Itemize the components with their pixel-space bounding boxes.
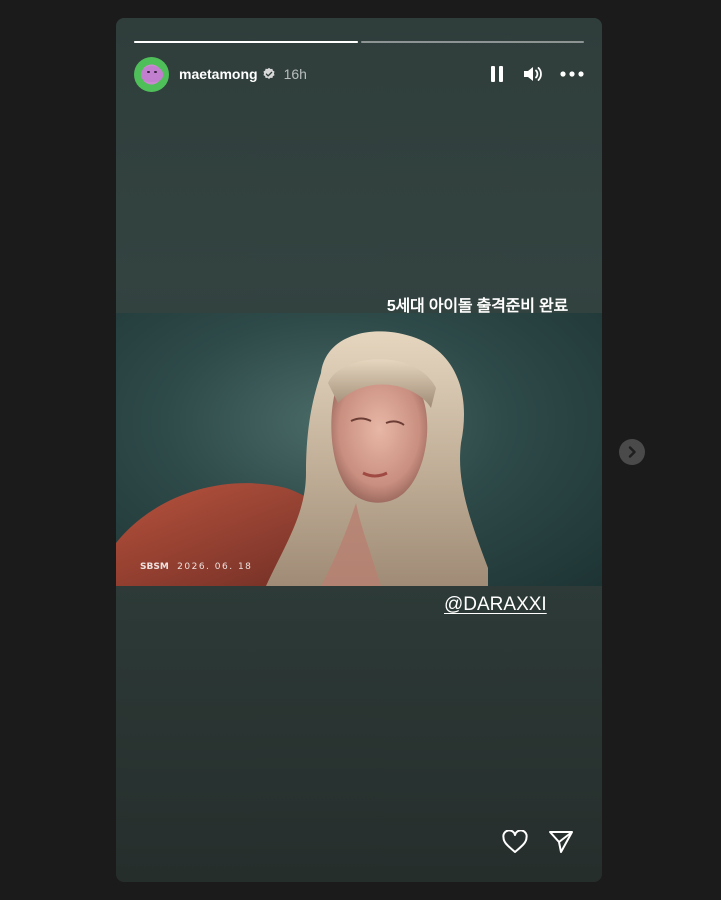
avatar[interactable] [134, 56, 169, 92]
avatar-image [140, 66, 163, 82]
progress-fill [134, 41, 358, 43]
story-header: maetamong 16h [134, 56, 584, 92]
volume-button[interactable] [522, 65, 542, 83]
more-icon [560, 71, 584, 77]
chevron-right-icon [628, 446, 636, 458]
verified-badge-icon [263, 67, 275, 79]
heart-icon [502, 830, 528, 853]
mention-sticker[interactable]: @DARAXXI [444, 594, 547, 616]
story-progress [134, 41, 584, 43]
photo-watermark: SBSM 2026. 06. 18 [140, 562, 252, 572]
story-controls [490, 65, 584, 83]
username[interactable]: maetamong [179, 66, 258, 82]
volume-icon [524, 67, 542, 81]
progress-segment [134, 41, 358, 43]
pause-button[interactable] [490, 65, 504, 83]
next-story-button[interactable] [619, 439, 645, 465]
watermark-logo: SBSM [140, 562, 169, 572]
send-icon [549, 831, 573, 853]
watermark-date: 2026. 06. 18 [177, 562, 253, 572]
story-actions [502, 830, 574, 854]
story-photo: SBSM 2026. 06. 18 [116, 313, 602, 586]
share-button[interactable] [548, 830, 574, 854]
post-time: 16h [283, 66, 307, 82]
portrait-image [116, 331, 488, 586]
pause-icon [491, 66, 503, 82]
like-button[interactable] [502, 830, 528, 854]
story-viewer[interactable]: maetamong 16h 5세대 아이돌 출격준비 완료 SBSM 2026.… [116, 18, 602, 882]
more-options-button[interactable] [560, 71, 584, 77]
progress-segment [360, 41, 584, 43]
